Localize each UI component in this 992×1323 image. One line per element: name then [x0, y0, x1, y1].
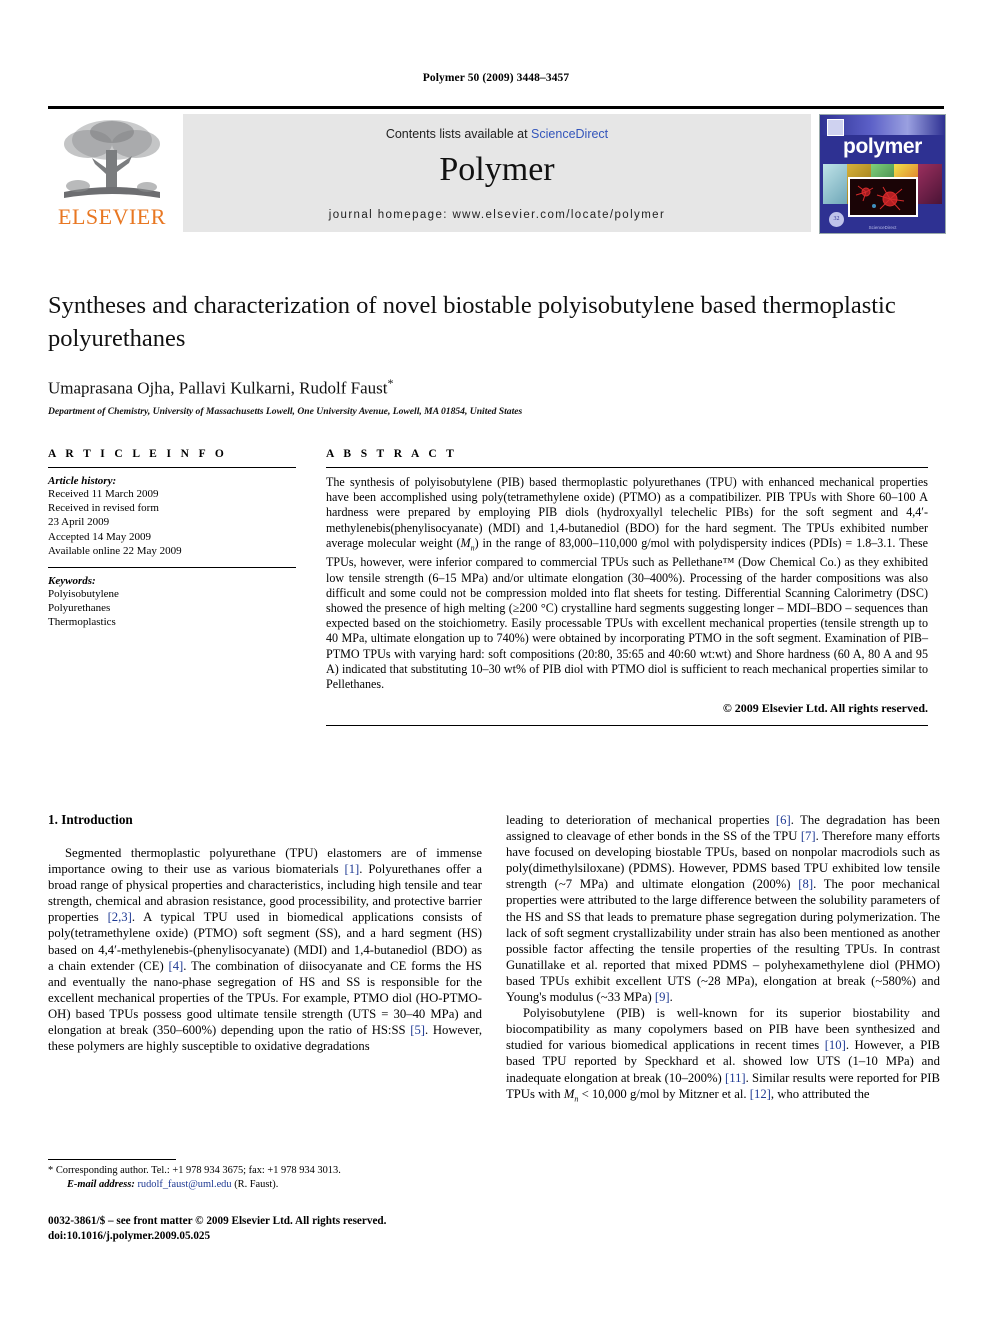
cover-inset-graphic-icon	[850, 179, 916, 215]
author-names: Umaprasana Ojha, Pallavi Kulkarni, Rudol…	[48, 378, 388, 398]
abstract-heading: A B S T R A C T	[326, 448, 458, 460]
journal-title: Polymer	[439, 151, 555, 188]
footnote-block: * Corresponding author. Tel.: +1 978 934…	[48, 1159, 482, 1191]
body-column-right: leading to deterioration of mechanical p…	[506, 812, 940, 1107]
author-list: Umaprasana Ojha, Pallavi Kulkarni, Rudol…	[48, 376, 928, 399]
citation-ref[interactable]: [1]	[344, 862, 359, 876]
keywords-label: Keywords:	[48, 575, 96, 588]
citation-ref[interactable]: [8]	[798, 877, 813, 891]
intro-right-text-2: Polyisobutylene (PIB) is well-known for …	[506, 1006, 940, 1104]
email-owner: (R. Faust).	[234, 1178, 279, 1190]
history-accepted: Accepted 14 May 2009	[48, 530, 151, 543]
citation-ref[interactable]: [11]	[725, 1071, 746, 1085]
intro-paragraph-right-1: leading to deterioration of mechanical p…	[506, 812, 940, 1005]
contents-available-line: Contents lists available at ScienceDirec…	[183, 127, 811, 141]
imprint-block: 0032-3861/$ – see front matter © 2009 El…	[48, 1214, 548, 1243]
abstract-text: The synthesis of polyisobutylene (PIB) b…	[326, 475, 928, 692]
cover-elsevier-mark-icon	[827, 119, 844, 136]
running-head: Polymer 50 (2009) 3448–3457	[422, 72, 570, 84]
history-revised-date: 23 April 2009	[48, 516, 110, 529]
intro-paragraph-right-2: Polyisobutylene (PIB) is well-known for …	[506, 1005, 940, 1107]
keyword-item: Thermoplastics	[48, 616, 116, 629]
article-info-heading: A R T I C L E I N F O	[48, 448, 228, 460]
citation-ref[interactable]: [5]	[410, 1023, 425, 1037]
keyword-item: Polyisobutylene	[48, 588, 119, 601]
email-link[interactable]: rudolf_faust@uml.edu	[137, 1179, 231, 1190]
history-received: Received 11 March 2009	[48, 488, 159, 500]
footnote-marker: *	[48, 1165, 54, 1176]
article-page: Polymer 50 (2009) 3448–3457 ELSEVIER Con…	[0, 0, 992, 1323]
sciencedirect-link[interactable]: ScienceDirect	[531, 127, 608, 141]
keyword-item: Polyurethanes	[48, 602, 111, 615]
intro-paragraph-left: Segmented thermoplastic polyurethane (TP…	[48, 845, 482, 1054]
banner-center: Contents lists available at ScienceDirec…	[183, 114, 811, 232]
citation-ref[interactable]: [6]	[776, 813, 791, 827]
journal-banner: ELSEVIER Contents lists available at Sci…	[48, 106, 946, 234]
elsevier-tree-icon	[64, 120, 160, 198]
issn-front-matter: 0032-3861/$ – see front matter © 2009 El…	[48, 1215, 387, 1227]
cover-inset-image	[848, 177, 918, 217]
section-heading-introduction: 1. Introduction	[48, 812, 133, 827]
citation-ref[interactable]: [9]	[655, 990, 670, 1004]
citation-ref[interactable]: [4]	[168, 959, 183, 973]
history-available-online: Available online 22 May 2009	[48, 544, 182, 557]
article-info-section: A R T I C L E I N F O Article history: R…	[48, 448, 296, 630]
cover-sciencedirect-footer: ScienceDirect	[868, 225, 897, 230]
citation-ref[interactable]: [7]	[801, 829, 816, 843]
abstract-rule	[326, 467, 928, 468]
article-info-rule	[48, 467, 296, 468]
elsevier-wordmark: ELSEVIER	[58, 204, 166, 229]
intro-left-text: Segmented thermoplastic polyurethane (TP…	[48, 846, 483, 1054]
email-note: E-mail address: rudolf_faust@uml.edu (R.…	[48, 1178, 482, 1192]
doi-line[interactable]: doi:10.1016/j.polymer.2009.05.025	[48, 1229, 548, 1244]
email-label: E-mail address:	[67, 1178, 135, 1190]
citation-ref[interactable]: [12]	[750, 1087, 771, 1101]
abstract-bottom-rule	[326, 725, 928, 727]
abstract-paragraph: The synthesis of polyisobutylene (PIB) b…	[326, 475, 928, 692]
page-title: Syntheses and characterization of novel …	[48, 292, 896, 352]
keywords-rule	[48, 567, 296, 569]
history-revised-label: Received in revised form	[48, 502, 159, 515]
body-column-left: 1. Introduction Segmented thermoplastic …	[48, 812, 482, 1054]
abstract-section: A B S T R A C T The synthesis of polyiso…	[326, 448, 928, 727]
cover-journal-title: polymer	[843, 135, 922, 158]
journal-cover-thumbnail[interactable]: polymer 32 ScienceDirect	[819, 114, 946, 234]
corresponding-author-note: * Corresponding author. Tel.: +1 978 934…	[48, 1164, 482, 1178]
citation-ref[interactable]: [2,3]	[108, 910, 132, 924]
mn-symbol: Mn	[460, 535, 475, 553]
affiliation: Department of Chemistry, University of M…	[48, 406, 523, 417]
article-history-label: Article history:	[48, 475, 117, 487]
intro-right-text-1: leading to deterioration of mechanical p…	[506, 813, 940, 1005]
banner-top-rule	[48, 106, 944, 109]
contents-prefix: Contents lists available at	[385, 127, 532, 141]
abstract-copyright: © 2009 Elsevier Ltd. All rights reserved…	[722, 701, 928, 716]
citation-ref[interactable]: [10]	[825, 1038, 846, 1052]
corresponding-author-marker: *	[387, 376, 394, 390]
mn-symbol: Mn	[563, 1086, 579, 1104]
journal-homepage[interactable]: journal homepage: www.elsevier.com/locat…	[183, 209, 811, 221]
footnote-rule	[48, 1159, 176, 1160]
elsevier-logo: ELSEVIER	[48, 114, 176, 232]
corresponding-author-text: Corresponding author. Tel.: +1 978 934 3…	[55, 1165, 341, 1176]
